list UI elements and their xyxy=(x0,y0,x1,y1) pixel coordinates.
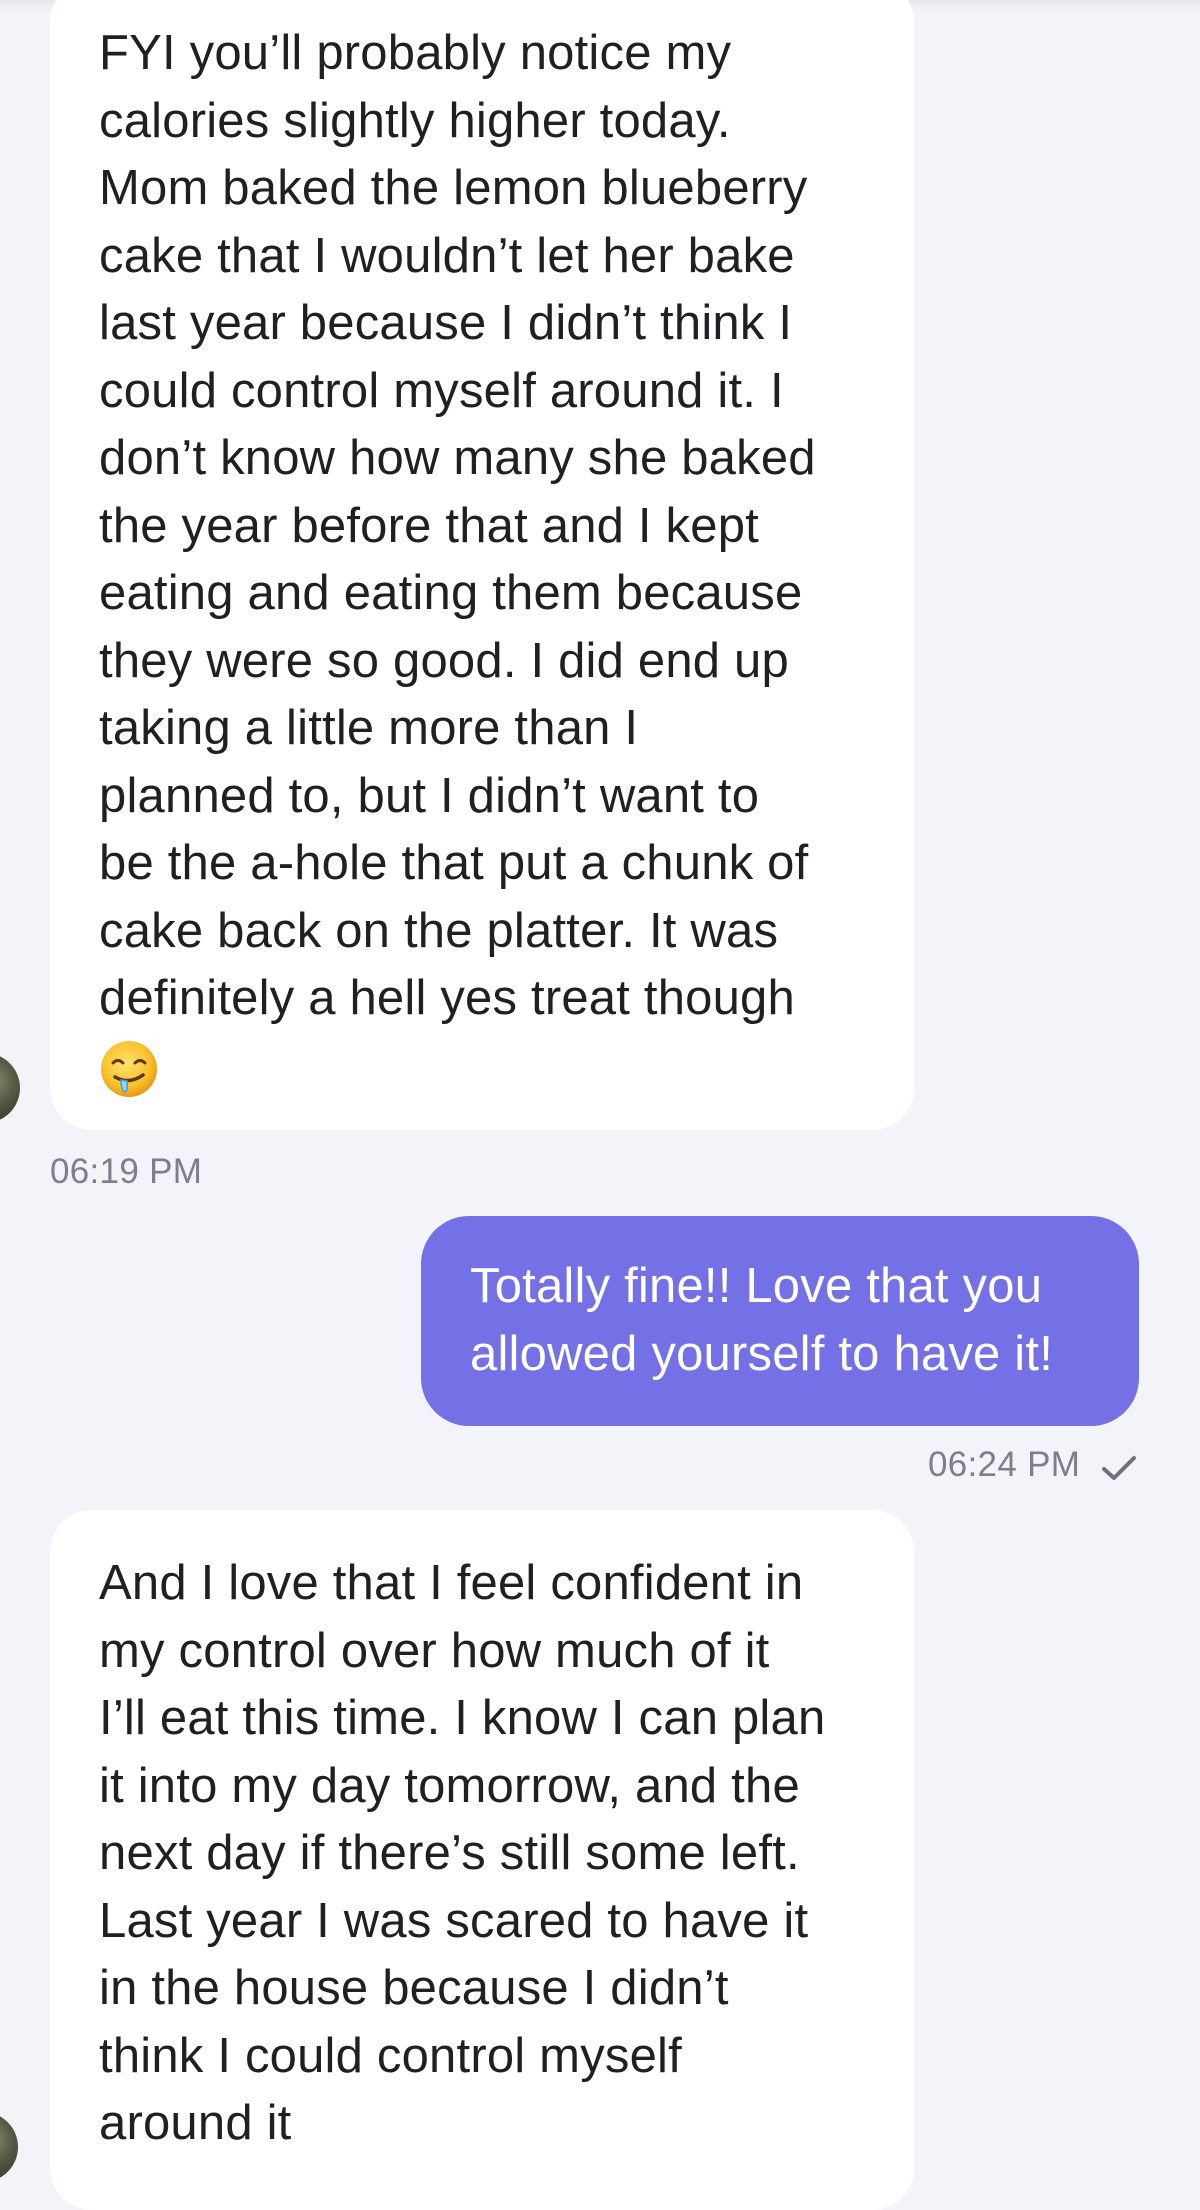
message-text: FYI you’ll probably notice my calories s… xyxy=(99,26,816,1025)
message-text: And I love that I feel confident in my c… xyxy=(99,1556,826,2150)
outgoing-message-bubble[interactable]: Totally fine!! Love that you allowed you… xyxy=(421,1216,1139,1426)
incoming-message-bubble[interactable]: FYI you’ll probably notice my calories s… xyxy=(50,0,914,1130)
checkmark-icon xyxy=(1102,1456,1136,1480)
message-text: Totally fine!! Love that you allowed you… xyxy=(470,1259,1054,1381)
message-timestamp: 06:24 PM xyxy=(928,1445,1081,1484)
contact-avatar[interactable] xyxy=(0,2112,18,2182)
incoming-message-bubble[interactable]: And I love that I feel confident in my c… xyxy=(50,1510,914,2210)
message-timestamp: 06:19 PM xyxy=(50,1152,203,1191)
drooling-face-icon xyxy=(99,1039,159,1099)
contact-avatar[interactable] xyxy=(0,1053,20,1123)
